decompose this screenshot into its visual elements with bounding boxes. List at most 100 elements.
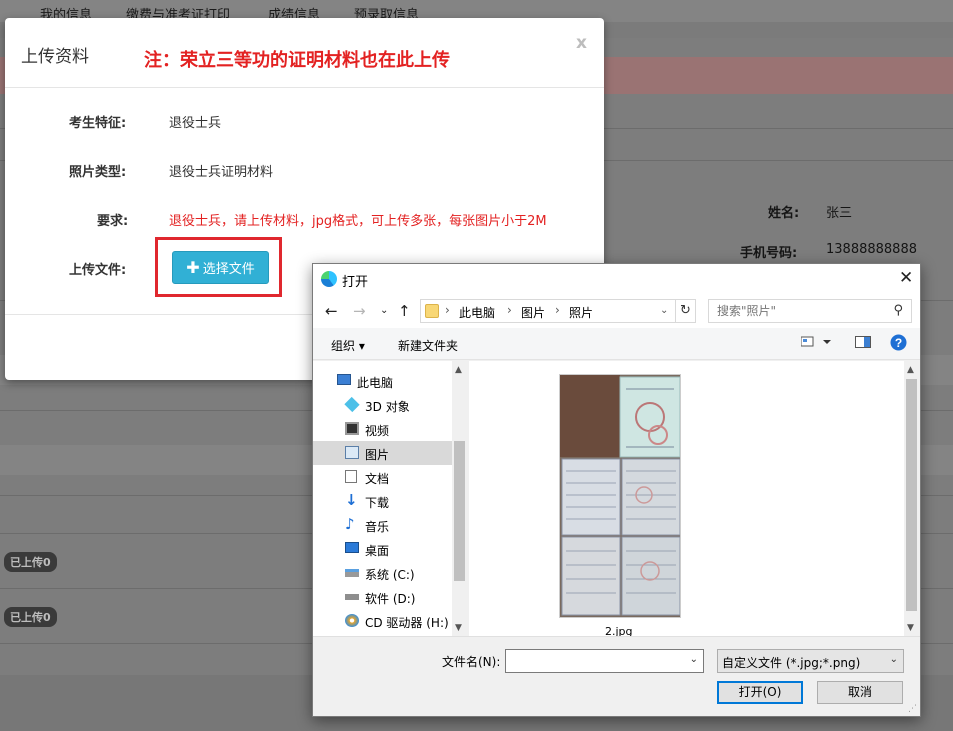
breadcrumb-this-pc[interactable]: 此电脑 bbox=[459, 304, 495, 321]
choose-file-button[interactable]: ✚ 选择文件 bbox=[172, 251, 269, 284]
open-file-dialog: 打开 ✕ ← → ⌄ ↑ › 此电脑 › 图片 › 照片 ⌄ ↻ ⚲ 组织 ▾ … bbox=[312, 263, 921, 717]
cancel-button[interactable]: 取消 bbox=[817, 681, 903, 704]
document-photo-image bbox=[560, 375, 680, 617]
tree-item-label: 此电脑 bbox=[357, 376, 394, 390]
tree-item-documents[interactable]: 文档 bbox=[313, 465, 452, 489]
upload-count-badge: 已上传0 bbox=[4, 552, 57, 572]
view-options-icon[interactable] bbox=[800, 336, 831, 351]
photo-type-value: 退役士兵证明材料 bbox=[169, 165, 274, 180]
tree-item-label: 系统 (C:) bbox=[365, 568, 415, 582]
open-button[interactable]: 打开(O) bbox=[717, 681, 803, 704]
preview-pane-icon[interactable] bbox=[855, 336, 871, 351]
trait-label: 考生特征: bbox=[69, 116, 127, 131]
tree-item-this-pc[interactable]: 此电脑 bbox=[313, 369, 452, 393]
tree-item-label: 软件 (D:) bbox=[365, 592, 416, 606]
tree-item-pictures[interactable]: 图片 bbox=[313, 441, 452, 465]
requirement-value: 退役士兵，请上传材料，jpg格式，可上传多张，每张图片小于2M bbox=[169, 214, 547, 229]
computer-icon bbox=[337, 374, 351, 385]
tree-item-downloads[interactable]: ↓ 下载 bbox=[313, 489, 452, 513]
breadcrumb-pictures[interactable]: 图片 bbox=[521, 304, 545, 321]
file-type-value: 自定义文件 (*.jpg;*.png) bbox=[722, 656, 861, 670]
music-icon: ♪ bbox=[345, 515, 355, 533]
filename-combobox: ⌄ bbox=[505, 649, 704, 673]
tree-item-desktop[interactable]: 桌面 bbox=[313, 537, 452, 561]
svg-text:?: ? bbox=[895, 336, 902, 350]
refresh-icon[interactable]: ↻ bbox=[676, 299, 696, 323]
dialog-toolbar: 组织 ▾ 新建文件夹 ? bbox=[313, 328, 920, 360]
address-bar[interactable]: › 此电脑 › 图片 › 照片 ⌄ bbox=[420, 299, 676, 323]
file-list: 2.jpg ▲ ▼ bbox=[469, 361, 919, 638]
help-icon[interactable]: ? bbox=[890, 334, 907, 354]
file-list-scrollbar[interactable]: ▲ ▼ bbox=[904, 361, 919, 636]
upload-highlight-frame: ✚ 选择文件 bbox=[155, 237, 282, 297]
breadcrumb-photos[interactable]: 照片 bbox=[569, 304, 593, 321]
tree-item-label: 视频 bbox=[365, 424, 390, 438]
tree-item-drive-c[interactable]: 系统 (C:) bbox=[313, 561, 452, 585]
dialog-divider bbox=[313, 636, 920, 637]
tree-item-label: 图片 bbox=[365, 448, 390, 462]
requirement-label: 要求: bbox=[97, 214, 129, 229]
name-label: 姓名: bbox=[768, 206, 800, 221]
modal-close-button[interactable]: x bbox=[576, 33, 587, 53]
chevron-down-icon: ⌄ bbox=[889, 654, 898, 665]
scroll-up-icon[interactable]: ▲ bbox=[455, 365, 462, 375]
tree-item-label: 桌面 bbox=[365, 544, 390, 558]
scroll-down-icon[interactable]: ▼ bbox=[907, 623, 914, 633]
tree-item-3d-objects[interactable]: 3D 对象 bbox=[313, 393, 452, 417]
file-scroll-thumb[interactable] bbox=[906, 379, 917, 611]
phone-value: 13888888888 bbox=[826, 242, 917, 257]
upload-count-badge: 已上传0 bbox=[4, 607, 57, 627]
download-icon: ↓ bbox=[345, 491, 358, 509]
dialog-titlebar: 打开 ✕ bbox=[313, 264, 920, 294]
modal-header-divider bbox=[5, 87, 604, 88]
tree-item-label: 文档 bbox=[365, 472, 390, 486]
tree-item-cd-drive[interactable]: CD 驱动器 (H:) bbox=[313, 609, 452, 633]
picture-icon bbox=[345, 446, 359, 459]
filename-label: 文件名(N): bbox=[442, 655, 501, 669]
file-type-select[interactable]: 自定义文件 (*.jpg;*.png) ⌄ bbox=[717, 649, 904, 673]
address-row: ← → ⌄ ↑ › 此电脑 › 图片 › 照片 ⌄ ↻ ⚲ bbox=[313, 294, 920, 328]
address-dropdown-icon[interactable]: ⌄ bbox=[660, 305, 668, 316]
folder-tree: 此电脑 3D 对象 视频 图片 文档 ↓ 下载 ♪ 音乐 桌面 系统 (C:) … bbox=[313, 361, 467, 636]
back-arrow-icon[interactable]: ← bbox=[325, 302, 338, 320]
cube-icon bbox=[344, 396, 360, 413]
desktop-icon bbox=[345, 542, 359, 553]
resize-grip-icon[interactable]: ⋰ bbox=[908, 704, 917, 714]
trait-value: 退役士兵 bbox=[169, 116, 222, 131]
scroll-down-icon[interactable]: ▼ bbox=[455, 623, 462, 633]
up-arrow-icon[interactable]: ↑ bbox=[398, 302, 411, 320]
forward-arrow-icon[interactable]: → bbox=[353, 302, 366, 320]
choose-file-label: 选择文件 bbox=[202, 262, 255, 277]
video-icon bbox=[345, 422, 359, 435]
tree-scrollbar[interactable]: ▲ ▼ bbox=[452, 361, 467, 636]
phone-label: 手机号码: bbox=[740, 246, 798, 261]
chevron-down-icon[interactable]: ⌄ bbox=[690, 654, 698, 665]
drive-icon bbox=[345, 594, 359, 600]
scroll-up-icon[interactable]: ▲ bbox=[907, 365, 914, 375]
tree-item-label: 下载 bbox=[365, 496, 390, 510]
new-folder-button[interactable]: 新建文件夹 bbox=[398, 337, 458, 354]
folder-icon bbox=[425, 304, 439, 318]
upload-file-label: 上传文件: bbox=[69, 263, 127, 278]
tree-item-drive-d[interactable]: 软件 (D:) bbox=[313, 585, 452, 609]
modal-note: 注：荣立三等功的证明材料也在此上传 bbox=[144, 50, 450, 71]
tree-item-label: 音乐 bbox=[365, 520, 390, 534]
dialog-title: 打开 bbox=[342, 275, 369, 290]
plus-icon: ✚ bbox=[186, 258, 200, 277]
photo-type-label: 照片类型: bbox=[69, 165, 127, 180]
search-input[interactable] bbox=[709, 300, 884, 322]
search-icon: ⚲ bbox=[893, 303, 903, 318]
cd-drive-icon bbox=[345, 614, 359, 627]
filename-input[interactable] bbox=[506, 650, 682, 672]
edge-icon bbox=[321, 271, 337, 287]
dialog-close-button[interactable]: ✕ bbox=[899, 268, 913, 288]
organize-menu[interactable]: 组织 ▾ bbox=[331, 337, 365, 354]
chevron-right-icon: › bbox=[555, 303, 560, 317]
tree-item-music[interactable]: ♪ 音乐 bbox=[313, 513, 452, 537]
file-item-thumbnail[interactable] bbox=[559, 374, 681, 618]
tree-item-label: 3D 对象 bbox=[365, 400, 410, 414]
recent-dropdown-icon[interactable]: ⌄ bbox=[380, 305, 388, 316]
tree-scroll-thumb[interactable] bbox=[454, 441, 465, 581]
tree-item-videos[interactable]: 视频 bbox=[313, 417, 452, 441]
tree-item-label: CD 驱动器 (H:) bbox=[365, 616, 449, 630]
